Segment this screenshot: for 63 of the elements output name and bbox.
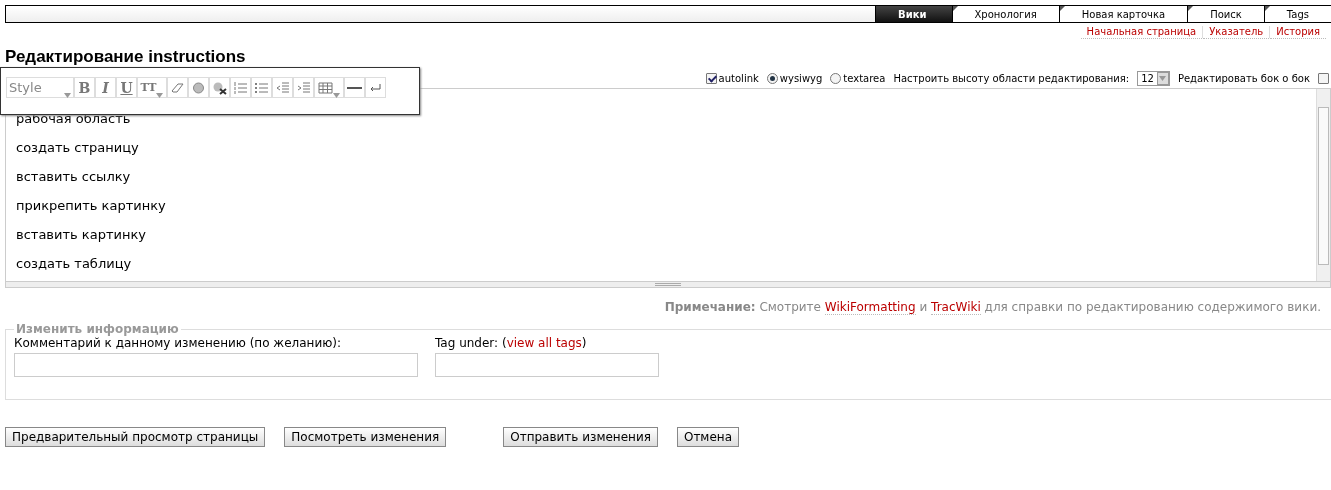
- nav-tab[interactable]: Новая карточка: [1058, 6, 1188, 22]
- resize-handle[interactable]: [6, 281, 1330, 287]
- side-by-side-checkbox[interactable]: [1318, 72, 1329, 84]
- scrollbar[interactable]: [1316, 89, 1330, 281]
- dropdown-icon: [156, 93, 164, 98]
- form-button[interactable]: Отправить изменения: [503, 427, 658, 447]
- comment-field[interactable]: [14, 353, 418, 377]
- horizontal-line-icon: [347, 86, 362, 89]
- dropdown-icon: [1159, 75, 1167, 81]
- context-link[interactable]: Указатель: [1203, 26, 1270, 39]
- context-link[interactable]: История: [1270, 26, 1326, 39]
- table-icon: [318, 80, 333, 95]
- height-label: Настроить высоту области редактирования:: [893, 72, 1130, 84]
- nav-tab[interactable]: Хронология: [951, 6, 1059, 22]
- form-button[interactable]: Предварительный просмотр страницы: [5, 427, 266, 447]
- form-button[interactable]: Отмена: [676, 427, 739, 447]
- bold-button[interactable]: B: [74, 77, 95, 98]
- page-title: Редактирование instructions: [5, 47, 247, 67]
- underline-button[interactable]: U: [116, 77, 137, 98]
- editor-line: рабочая область: [16, 110, 132, 128]
- table-button[interactable]: [314, 77, 344, 98]
- horizontal-rule-button[interactable]: [344, 77, 365, 98]
- nav-tab[interactable]: Вики: [875, 6, 952, 22]
- editor-line: вставить ссылку: [16, 168, 132, 186]
- editor-line: создать страницу: [16, 139, 140, 157]
- editor-line: создать таблицу: [16, 255, 133, 273]
- editor-line: вставить картинку: [16, 226, 147, 244]
- unlink-button[interactable]: [209, 77, 230, 98]
- comment-label: Комментарий к данному изменению (по желанию):: [14, 336, 343, 350]
- autolink-label: autolink: [718, 72, 759, 84]
- nav-tab[interactable]: Поиск: [1187, 6, 1264, 22]
- eraser-icon: [170, 80, 185, 95]
- view-tags-link[interactable]: view all tags: [506, 336, 582, 350]
- wikiformatting-link[interactable]: WikiFormatting: [824, 300, 916, 315]
- style-select[interactable]: Style: [6, 77, 74, 98]
- nav-tab[interactable]: Tags: [1263, 6, 1331, 22]
- tags-field[interactable]: [435, 353, 659, 377]
- tracwiki-link[interactable]: TracWiki: [931, 300, 981, 315]
- dropdown-icon: [64, 93, 71, 98]
- outdent-button[interactable]: [272, 77, 293, 98]
- tag-label: Tag under: (view all tags): [435, 336, 588, 350]
- mode-label: textarea: [843, 72, 886, 84]
- numbered-list-icon: [233, 80, 248, 95]
- context-link[interactable]: Начальная страница: [1080, 26, 1203, 39]
- editing-note: Примечание: Смотрите WikiFormatting и TracWiki для справки по редактированию содержимого вики.: [663, 300, 1321, 314]
- change-info-legend: Изменить информацию: [14, 322, 181, 336]
- monospace-button[interactable]: TT: [137, 77, 167, 98]
- dropdown-icon: [333, 93, 340, 98]
- form-button[interactable]: Посмотреть изменения: [284, 427, 447, 447]
- indent-button[interactable]: [293, 77, 314, 98]
- mode-radio[interactable]: [830, 72, 842, 84]
- mode-label: wysiwyg: [779, 72, 823, 84]
- bullet-list-icon: [254, 80, 269, 95]
- autolink-checkbox[interactable]: [705, 72, 717, 84]
- eraser-button[interactable]: [167, 77, 188, 98]
- editor-line: прикрепить картинку: [16, 197, 167, 215]
- outdent-icon: [275, 80, 290, 95]
- indent-icon: [296, 80, 311, 95]
- mode-radio[interactable]: [766, 72, 778, 84]
- height-select[interactable]: 12: [1137, 70, 1170, 86]
- italic-button[interactable]: I: [95, 77, 116, 98]
- bullet-list-button[interactable]: [251, 77, 272, 98]
- side-by-side-label: Редактировать бок о бок: [1177, 72, 1310, 84]
